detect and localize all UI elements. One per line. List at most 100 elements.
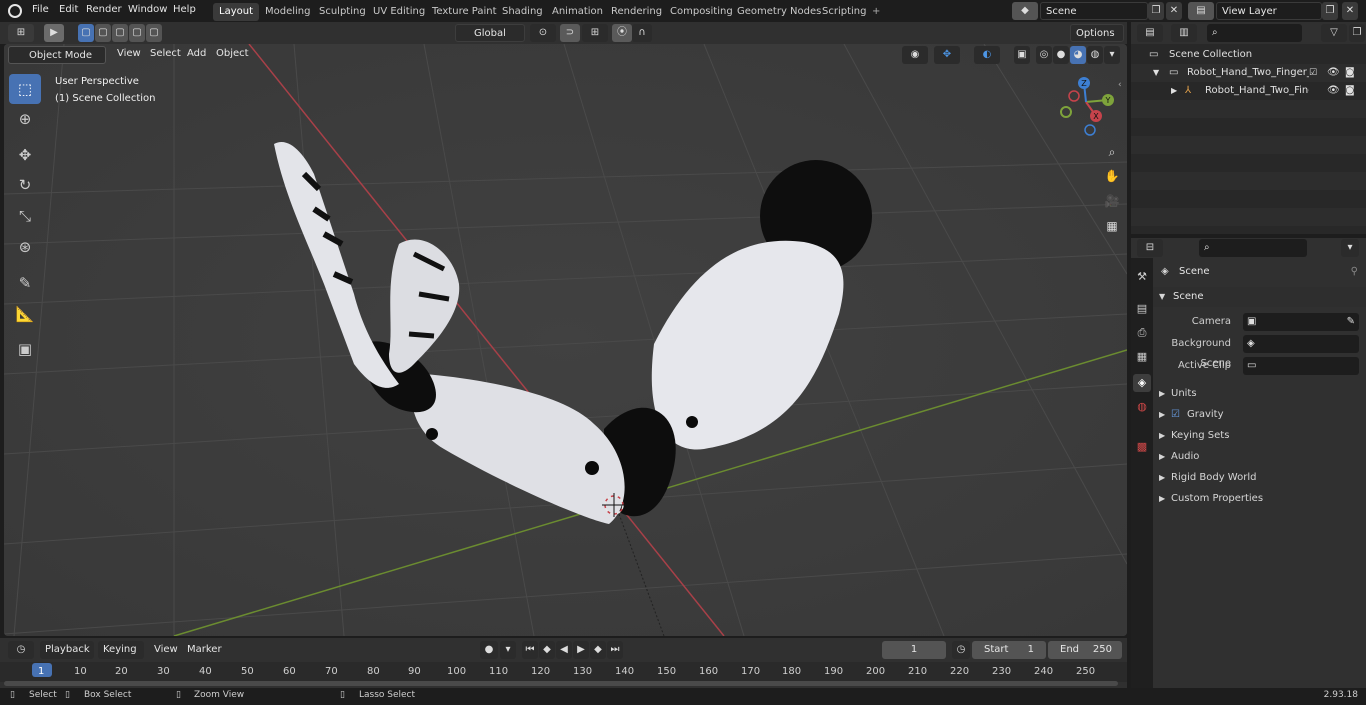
delete-scene-icon[interactable]: ✕ [1166,2,1182,20]
menu-window[interactable]: Window [128,4,167,15]
tab-scripting[interactable]: Scripting [816,3,872,21]
scene-section-header[interactable]: ▼ Scene [1153,287,1366,307]
timeline-menu-marker[interactable]: Marker [187,644,222,655]
viewport-menu-add[interactable]: Add [187,48,206,59]
cursor-tool-icon[interactable]: ⊕ [9,104,41,134]
options-dropdown[interactable]: Options ▾ [1070,24,1124,56]
scene-tab-icon[interactable]: ◈ [1133,374,1151,392]
camera-field[interactable]: ▣ ✎ [1243,313,1359,331]
tab-geometry-nodes[interactable]: Geometry Nodes [731,3,827,21]
transform-tool-icon[interactable]: ⊛ [9,232,41,262]
jump-end-icon[interactable]: ⏭ [607,641,623,659]
outliner-editor-type-icon[interactable]: ▤ [1137,24,1163,42]
timeline-menu-view[interactable]: View [154,644,178,655]
snap-target-icon[interactable]: ⊞ [582,24,608,42]
tab-modeling[interactable]: Modeling [259,3,317,21]
snap-toggle-icon[interactable]: ⊃ [560,24,580,42]
scene-name-field[interactable]: Scene [1040,2,1148,20]
record-icon[interactable]: ● [480,641,498,659]
tab-compositing[interactable]: Compositing [664,3,739,21]
properties-search-input[interactable]: ⌕ [1199,239,1307,257]
keying-options-icon[interactable]: ▾ [500,641,516,659]
menu-help[interactable]: Help [173,4,196,15]
new-view-layer-icon[interactable]: ❐ [1322,2,1338,20]
tab-layout[interactable]: Layout [213,3,259,21]
background-scene-field[interactable]: ◈ [1243,335,1359,353]
playback-menu[interactable]: Playback [40,641,94,659]
active-clip-field[interactable]: ▭ [1243,357,1359,375]
material-shading-icon[interactable]: ◕ [1070,46,1086,64]
properties-options-icon[interactable]: ▾ [1341,239,1359,257]
editor-type-icon[interactable]: ⊞ [8,24,34,42]
eye-icon[interactable]: 👁 [1327,82,1340,100]
prev-keyframe-icon[interactable]: ◆ [539,641,555,659]
rendered-shading-icon[interactable]: ◍ [1087,46,1103,64]
select-box-tool-icon[interactable]: ⬚ [9,74,41,104]
current-frame-field[interactable]: 1 [882,641,946,659]
end-frame-field[interactable]: End 250 [1048,641,1122,659]
select-intersect-icon[interactable]: ▢ [146,24,162,42]
select-extend-icon[interactable]: ▢ [95,24,111,42]
visibility-icon[interactable]: ◉ [902,46,928,64]
camera-icon[interactable]: ◙ [1345,82,1355,100]
orthographic-toggle-icon[interactable]: ▦ [1101,215,1123,237]
zoom-view-icon[interactable]: ⌕ [1101,141,1123,163]
tab-sculpting[interactable]: Sculpting [313,3,372,21]
select-tool-icon[interactable]: ▶ [44,24,64,42]
play-reverse-icon[interactable]: ◀ [556,641,572,659]
wireframe-shading-icon[interactable]: ◎ [1036,46,1052,64]
overlays-icon[interactable]: ◐ [974,46,1000,64]
view-layer-field[interactable]: View Layer [1216,2,1322,20]
expand-arrow-icon[interactable]: ▶ [1171,82,1177,100]
next-keyframe-icon[interactable]: ◆ [590,641,606,659]
add-cube-tool-icon[interactable]: ▣ [9,334,41,364]
viewport-menu-object[interactable]: Object [216,48,249,59]
tab-shading[interactable]: Shading [496,3,549,21]
tab-rendering[interactable]: Rendering [605,3,668,21]
panel-gravity[interactable]: ▶ ☑ Gravity [1153,405,1366,425]
tool-tab-icon[interactable]: ⚒ [1133,268,1151,286]
panel-units[interactable]: ▶ Units [1153,384,1366,404]
pan-view-icon[interactable]: ✋ [1101,165,1123,187]
pin-icon[interactable]: ⚲ [1351,262,1358,282]
properties-editor-type-icon[interactable]: ⊟ [1137,239,1163,257]
falloff-icon[interactable]: ∩ [632,24,652,42]
gravity-checkbox-icon[interactable]: ☑ [1171,405,1180,425]
world-tab-icon[interactable]: ◍ [1133,398,1151,416]
tab-texture-paint[interactable]: Texture Paint [426,3,503,21]
outliner-row-hand-pos[interactable]: ▼ ▭ Robot_Hand_Two_Finger_Pos ☑ 👁 ◙ [1131,64,1366,82]
rotate-tool-icon[interactable]: ↻ [9,170,41,200]
panel-keying-sets[interactable]: ▶ Keying Sets [1153,426,1366,446]
pivot-point-icon[interactable]: ⊙ [530,24,556,42]
mode-dropdown[interactable]: Object Mode [8,46,106,64]
add-workspace-button[interactable]: + [866,3,886,21]
viewport-menu-select[interactable]: Select [150,48,181,59]
camera-view-icon[interactable]: 🎥 [1101,190,1123,212]
annotate-tool-icon[interactable]: ✎ [9,268,41,298]
view-layer-tab-icon[interactable]: ▦ [1133,348,1151,366]
checkbox-icon[interactable]: ☑ [1309,64,1317,82]
shading-options-icon[interactable]: ▾ [1104,46,1120,64]
eyedropper-icon[interactable]: ✎ [1347,313,1355,331]
render-tab-icon[interactable]: ▤ [1133,300,1151,318]
output-tab-icon[interactable]: ⎙ [1133,324,1151,342]
start-frame-field[interactable]: Start 1 [972,641,1046,659]
timeline-editor-type-icon[interactable]: ◷ [8,641,34,659]
tab-uv-editing[interactable]: UV Editing [367,3,431,21]
timeline-scrollbar[interactable] [4,681,1118,686]
gizmo-toggle-icon[interactable]: ✥ [934,46,960,64]
tab-animation[interactable]: Animation [546,3,609,21]
menu-edit[interactable]: Edit [59,4,78,15]
keying-menu[interactable]: Keying [98,641,144,659]
blender-logo-icon[interactable] [8,4,22,18]
panel-audio[interactable]: ▶ Audio [1153,447,1366,467]
preview-range-icon[interactable]: ◷ [952,641,970,659]
new-collection-icon[interactable]: ❐ [1349,24,1365,42]
expand-arrow-icon[interactable]: ▼ [1153,64,1159,82]
menu-file[interactable]: File [32,4,49,15]
viewport-menu-view[interactable]: View [117,48,141,59]
view-layer-selector-icon[interactable]: ▤ [1188,2,1214,20]
panel-custom-properties[interactable]: ▶ Custom Properties [1153,489,1366,509]
select-difference-icon[interactable]: ▢ [129,24,145,42]
select-new-icon[interactable]: ▢ [78,24,94,42]
